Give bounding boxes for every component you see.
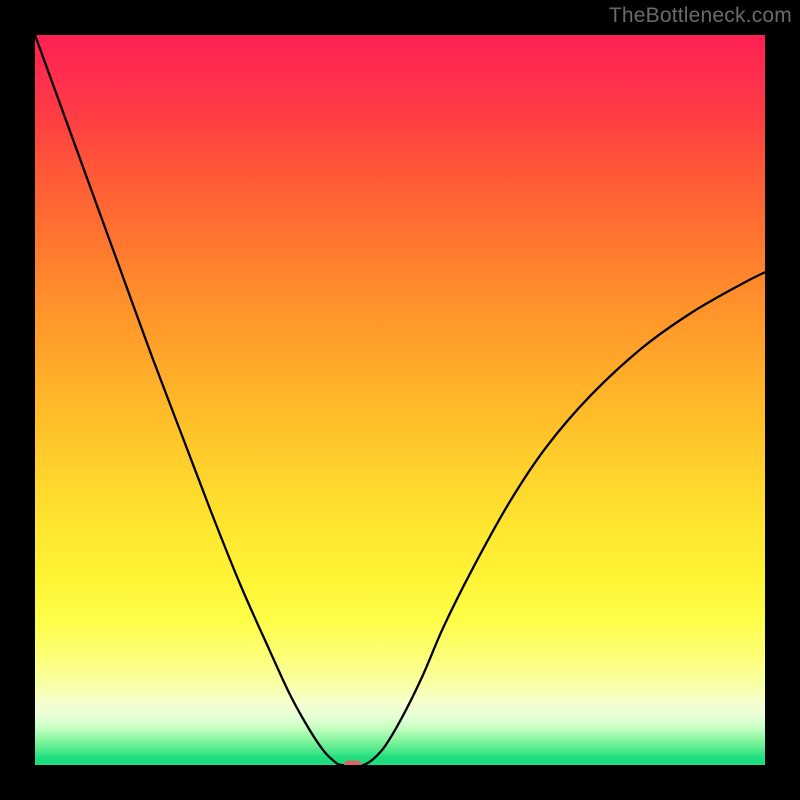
curve-path [35,35,765,765]
watermark: TheBottleneck.com [609,4,792,28]
plot-area [35,35,765,765]
bottleneck-curve [35,35,765,765]
chart-frame: TheBottleneck.com [0,0,800,800]
optimal-marker [344,761,362,766]
